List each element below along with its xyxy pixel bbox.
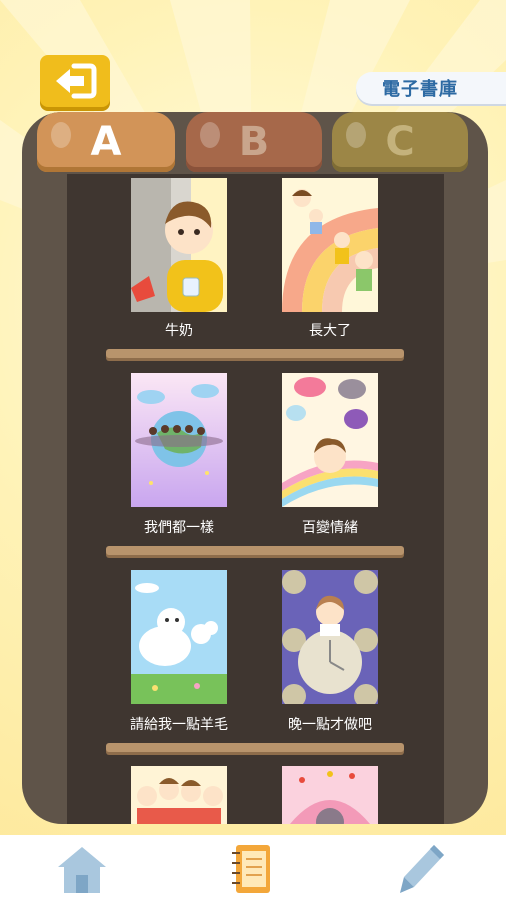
tab-a-label: A — [90, 119, 122, 165]
book-cover-grown-up[interactable] — [282, 178, 378, 312]
tab-b-label: B — [238, 119, 270, 165]
tab-a[interactable]: A — [37, 112, 175, 172]
book-title-give-me-some-wool[interactable]: 請給我一點羊毛 — [99, 714, 259, 734]
tab-b[interactable]: B — [186, 112, 322, 172]
exit-arrow-icon — [56, 63, 97, 99]
draw-nav-button[interactable] — [392, 843, 452, 895]
book-cover-partial[interactable] — [282, 766, 378, 824]
shelf-plank — [106, 546, 404, 555]
book-title-we-are-all-the-same[interactable]: 我們都一樣 — [99, 517, 259, 537]
back-button[interactable] — [40, 55, 110, 107]
pencil-icon — [400, 845, 444, 893]
library-nav-button[interactable] — [222, 843, 282, 895]
library-title-text: 電子書庫 — [382, 79, 458, 100]
library-title: 電子書庫 — [356, 72, 506, 104]
tab-c-label: C — [385, 119, 415, 165]
tab-c[interactable]: C — [332, 112, 468, 172]
book-cover-changing-emotions[interactable] — [282, 373, 378, 507]
book-cover-do-it-later[interactable] — [282, 570, 378, 704]
home-nav-button[interactable] — [52, 843, 112, 895]
shelf-plank — [106, 743, 404, 752]
book-title-milk[interactable]: 牛奶 — [99, 320, 259, 340]
book-title-changing-emotions[interactable]: 百變情緒 — [250, 517, 410, 537]
book-title-do-it-later[interactable]: 晚一點才做吧 — [250, 714, 410, 734]
book-cover-milk[interactable] — [131, 178, 227, 312]
book-cover-we-are-all-the-same[interactable] — [131, 373, 227, 507]
bottom-nav — [0, 835, 506, 900]
house-icon — [58, 847, 106, 893]
book-title-grown-up[interactable]: 長大了 — [250, 320, 410, 340]
shelf-plank — [106, 349, 404, 358]
notebook-icon — [232, 845, 270, 893]
book-cover-partial[interactable] — [131, 766, 227, 824]
book-cover-give-me-some-wool[interactable] — [131, 570, 227, 704]
